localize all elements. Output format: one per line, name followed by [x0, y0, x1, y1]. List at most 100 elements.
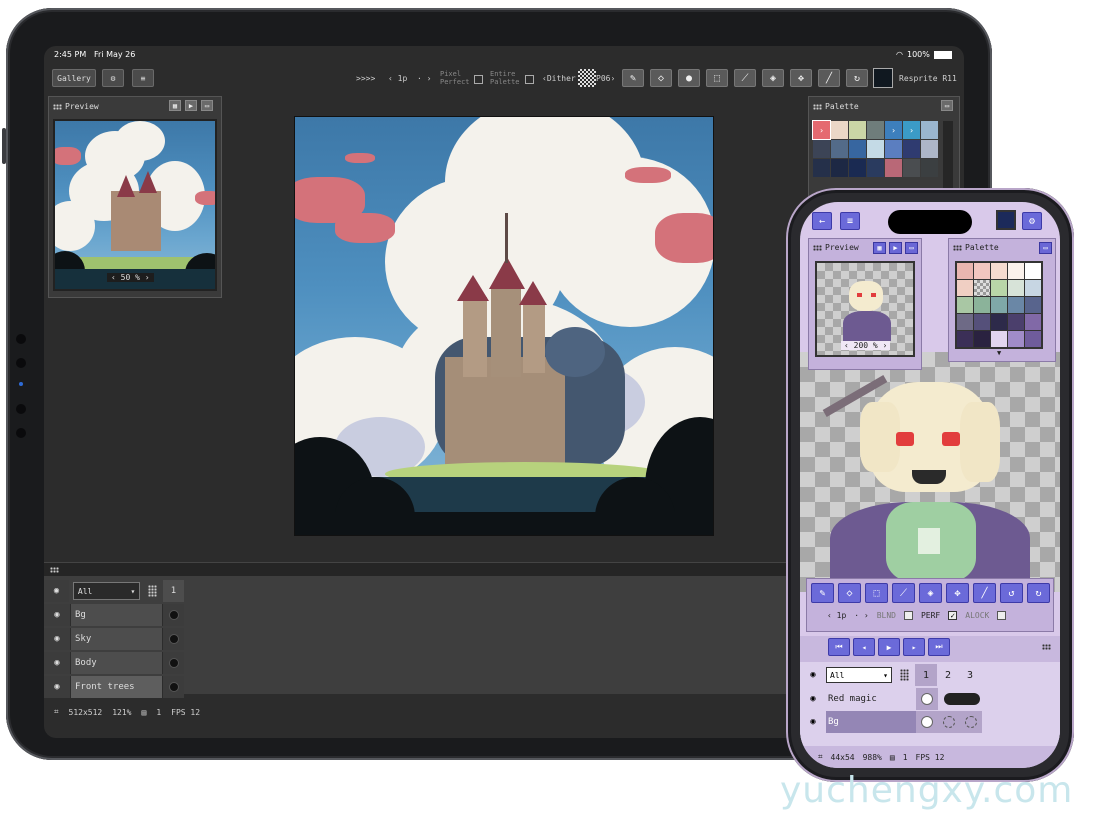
eye-icon[interactable]: ◉ — [44, 604, 70, 626]
selection-icon[interactable]: ⬚ — [706, 69, 728, 87]
layer-name[interactable]: Bg — [826, 711, 916, 733]
palette-swatch[interactable] — [903, 159, 920, 177]
palette-swatch[interactable] — [991, 280, 1007, 296]
layer-name[interactable]: Red magic — [826, 688, 916, 710]
last-frame-icon[interactable]: ⏭ — [928, 638, 950, 656]
palette-swatch[interactable] — [831, 121, 848, 139]
eyedropper-icon[interactable]: ⟋ — [892, 583, 915, 603]
palette-swatch[interactable] — [831, 140, 848, 158]
palette-swatch[interactable] — [1008, 331, 1024, 347]
palette-swatch[interactable] — [957, 280, 973, 296]
sliders-icon[interactable]: ≡ — [840, 212, 860, 230]
layer-cel[interactable] — [162, 652, 184, 674]
move-icon[interactable]: ✥ — [790, 69, 812, 87]
layer-row[interactable]: ◉ Sky — [44, 628, 184, 650]
palette-swatch[interactable] — [974, 314, 990, 330]
eye-icon[interactable]: ◉ — [800, 664, 826, 686]
palette-swatch[interactable] — [991, 331, 1007, 347]
bucket-icon[interactable]: ◈ — [762, 69, 784, 87]
layer-row[interactable]: ◉ Front trees — [44, 676, 184, 698]
palette-swatch[interactable] — [991, 314, 1007, 330]
eye-icon[interactable]: ◉ — [44, 580, 69, 602]
palette-swatch[interactable] — [1025, 314, 1041, 330]
palette-swatch[interactable] — [921, 159, 938, 177]
frame-number[interactable]: 2 — [937, 664, 959, 686]
palette-swatch[interactable] — [974, 280, 990, 296]
layer-cel[interactable] — [162, 676, 184, 698]
palette-swatch[interactable] — [1025, 280, 1041, 296]
palette-swatch[interactable] — [831, 159, 848, 177]
pencil-icon[interactable]: ✎ — [811, 583, 834, 603]
dither-pattern-icon[interactable] — [578, 69, 596, 87]
palette-swatch[interactable] — [813, 159, 830, 177]
window-icon[interactable]: ▭ — [1039, 242, 1052, 254]
phone-canvas[interactable] — [800, 352, 1060, 592]
fill-circle-icon[interactable]: ● — [678, 69, 700, 87]
palette-swatch[interactable] — [1025, 297, 1041, 313]
palette-swatch[interactable] — [813, 140, 830, 158]
palette-swatch[interactable] — [885, 140, 902, 158]
move-icon[interactable]: ✥ — [946, 583, 969, 603]
palette-swatch[interactable] — [849, 121, 866, 139]
palette-swatch[interactable] — [957, 314, 973, 330]
palette-swatch[interactable] — [974, 331, 990, 347]
shortcut-toggle[interactable]: >>>> — [356, 74, 375, 83]
play-icon[interactable]: ▶ — [889, 242, 902, 254]
current-color-swatch[interactable] — [996, 210, 1016, 230]
layer-filter-select[interactable]: All ▾ — [826, 667, 892, 683]
palette-swatch[interactable] — [903, 140, 920, 158]
layer-cel[interactable] — [960, 711, 982, 733]
dither-pattern[interactable]: P06› — [596, 74, 615, 83]
eyedropper-icon[interactable]: ⟋ — [734, 69, 756, 87]
brush-size-dots[interactable]: · › — [417, 74, 431, 83]
current-color-swatch[interactable] — [873, 68, 893, 88]
window-icon[interactable]: ▭ — [201, 100, 213, 111]
palette-swatch[interactable] — [991, 297, 1007, 313]
entire-palette-checkbox[interactable] — [525, 75, 534, 84]
layer-row[interactable]: ◉ Bg — [800, 711, 982, 733]
window-icon[interactable]: ▭ — [905, 242, 918, 254]
brush-size[interactable]: ‹ 1p — [827, 611, 846, 620]
sliders-icon[interactable]: ≡ — [132, 69, 154, 87]
layer-cel[interactable] — [162, 628, 184, 650]
brush-size[interactable]: ‹ 1p — [388, 74, 407, 83]
palette-swatch[interactable] — [991, 263, 1007, 279]
layer-name[interactable]: Body — [70, 652, 162, 674]
palette-swatch[interactable] — [974, 263, 990, 279]
grip-icon[interactable] — [53, 103, 62, 110]
layer-row[interactable]: ◉ Body — [44, 652, 184, 674]
undo-icon[interactable]: ↺ — [1000, 583, 1023, 603]
palette-swatch[interactable] — [921, 140, 938, 158]
palette-swatch[interactable] — [957, 331, 973, 347]
grip-icon[interactable] — [1042, 644, 1051, 650]
crop-icon[interactable]: ⌗ — [54, 707, 59, 717]
brush-size-dots[interactable]: · › — [854, 611, 868, 620]
frame-number[interactable]: 1 — [915, 664, 937, 686]
palette-swatch[interactable]: › — [812, 120, 831, 140]
palette-swatch[interactable]: › — [903, 121, 920, 139]
pixel-perfect-checkbox[interactable] — [474, 75, 483, 84]
grip-icon[interactable] — [900, 669, 909, 681]
palette-swatch[interactable] — [957, 263, 973, 279]
next-frame-icon[interactable]: ▸ — [903, 638, 925, 656]
alock-checkbox[interactable] — [997, 611, 1007, 620]
selection-icon[interactable]: ⬚ — [865, 583, 888, 603]
first-frame-icon[interactable]: ⏮ — [828, 638, 850, 656]
palette-swatch[interactable] — [1008, 297, 1024, 313]
crop-icon[interactable]: ⌗ — [818, 752, 823, 762]
palette-swatch[interactable] — [921, 121, 938, 139]
palette-swatch[interactable] — [867, 140, 884, 158]
grip-icon[interactable] — [50, 567, 59, 573]
gear-icon[interactable]: ⚙ — [1022, 212, 1042, 230]
drawing-canvas[interactable] — [294, 116, 714, 536]
gear-icon[interactable]: ⚙ — [102, 69, 124, 87]
bucket-icon[interactable]: ◈ — [919, 583, 942, 603]
layer-name[interactable]: Bg — [70, 604, 162, 626]
layer-name[interactable]: Front trees — [70, 676, 162, 698]
play-icon[interactable]: ▶ — [878, 638, 900, 656]
layer-row[interactable]: ◉ Red magic — [800, 688, 980, 710]
line-icon[interactable]: ╱ — [818, 69, 840, 87]
window-icon[interactable]: ▭ — [941, 100, 953, 111]
blend-checkbox[interactable] — [903, 611, 913, 620]
chevron-down-icon[interactable]: ▼ — [997, 349, 1001, 357]
